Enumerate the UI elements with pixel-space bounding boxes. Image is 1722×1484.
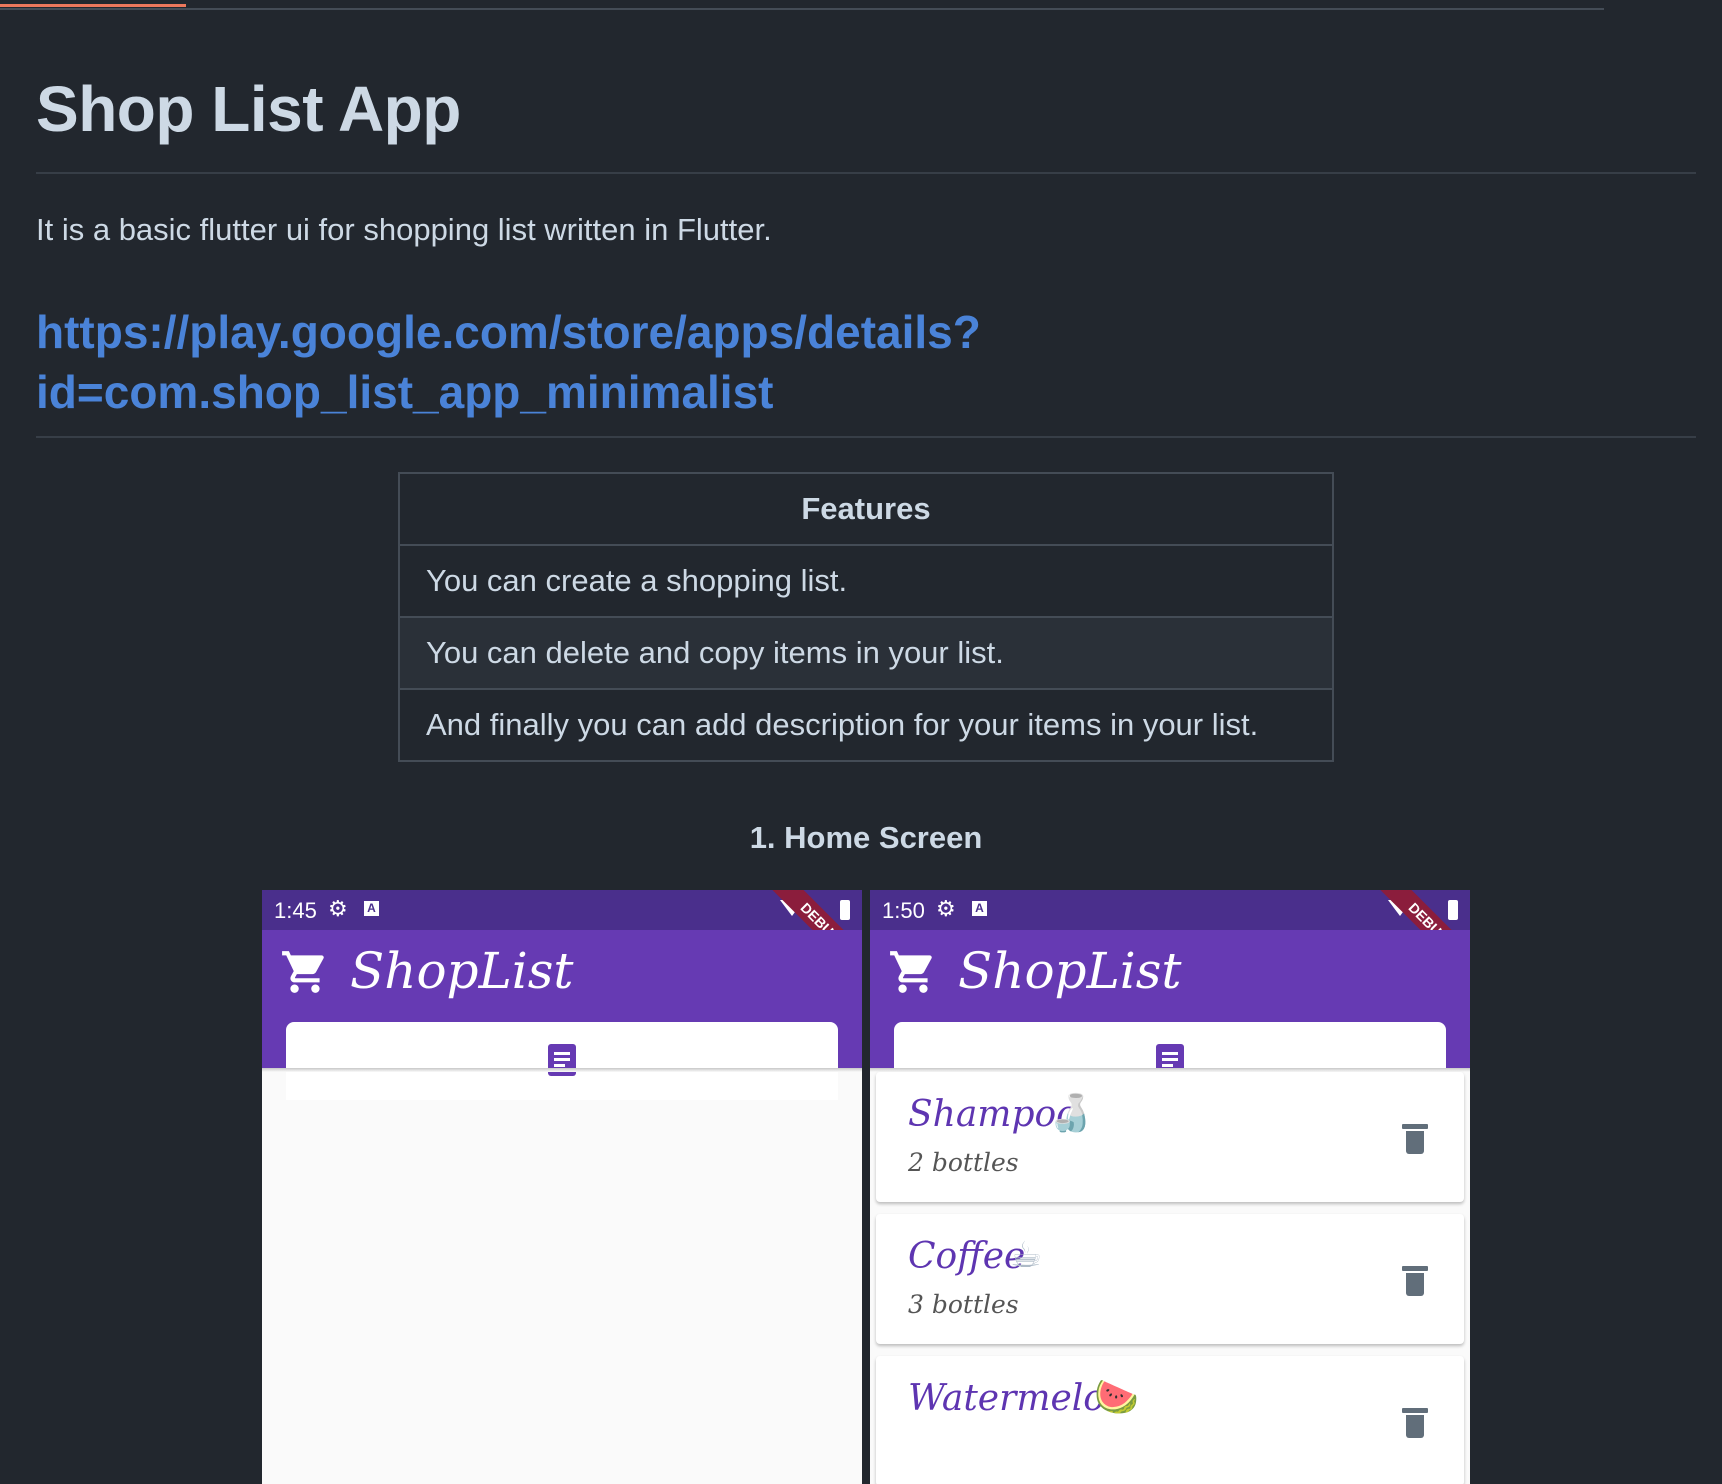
table-header-row: Features: [398, 472, 1334, 546]
bottle-icon: 🍶: [1048, 1092, 1093, 1133]
app-bar: ShopList: [262, 930, 862, 1100]
top-tab-underline: [0, 0, 1604, 10]
section-heading: 1. Home Screen: [749, 820, 983, 855]
a-icon: A: [364, 901, 379, 916]
watermelon-icon: 🍉: [1094, 1376, 1139, 1417]
phone-screenshot-empty: 1:45 ⚙ A DEBUG ShopList: [262, 890, 862, 1484]
item-quantity: 3 bottles: [908, 1290, 1019, 1319]
table-cell: And finally you can add description for …: [398, 688, 1334, 762]
link-line-2: id=com.shop_list_app_minimalist: [36, 366, 774, 418]
play-store-link[interactable]: https://play.google.com/store/apps/detai…: [36, 302, 1136, 422]
table-cell: You can create a shopping list.: [398, 544, 1334, 618]
table-cell: You can delete and copy items in your li…: [398, 616, 1334, 690]
table-row: You can create a shopping list.: [398, 544, 1334, 618]
trash-icon[interactable]: [1402, 1266, 1428, 1296]
list-item[interactable]: Shampoo 🍶 2 bottles: [876, 1072, 1464, 1202]
list-tab[interactable]: [286, 1022, 838, 1100]
link-line-1: https://play.google.com/store/apps/detai…: [36, 306, 981, 358]
cart-icon: [890, 951, 932, 993]
table-row: You can delete and copy items in your li…: [398, 616, 1334, 690]
app-title: ShopList: [350, 942, 574, 1000]
appbar-shadow: [262, 1068, 862, 1072]
a-icon: A: [972, 901, 987, 916]
link-divider: [36, 436, 1696, 438]
features-table: Features You can create a shopping list.…: [398, 472, 1334, 762]
cart-icon: [282, 951, 324, 993]
list-item[interactable]: Watermelon 🍉: [876, 1356, 1464, 1484]
table-row: And finally you can add description for …: [398, 688, 1334, 762]
coffee-icon: ☕: [1010, 1234, 1043, 1275]
title-divider: [36, 172, 1696, 174]
status-time: 1:45: [274, 898, 317, 923]
page-title: Shop List App: [36, 73, 461, 145]
description: It is a basic flutter ui for shopping li…: [36, 212, 772, 247]
trash-icon[interactable]: [1402, 1124, 1428, 1154]
gear-icon: ⚙: [936, 896, 956, 921]
battery-icon: [1448, 900, 1458, 920]
battery-icon: [840, 900, 850, 920]
app-bar: ShopList: [870, 930, 1470, 1100]
gear-icon: ⚙: [328, 896, 348, 921]
item-name: Coffee: [908, 1236, 1026, 1277]
trash-icon[interactable]: [1402, 1408, 1428, 1438]
status-bar: 1:50 ⚙ A DEBUG: [870, 890, 1470, 984]
active-tab-indicator: [0, 4, 186, 7]
app-title: ShopList: [958, 942, 1182, 1000]
item-quantity: 2 bottles: [908, 1148, 1019, 1177]
status-time: 1:50: [882, 898, 925, 923]
phone-screenshot-list: 1:50 ⚙ A DEBUG ShopList Shampoo 🍶 2 bott…: [870, 890, 1470, 1484]
status-bar: 1:45 ⚙ A DEBUG: [262, 890, 862, 984]
table-header: Features: [398, 472, 1334, 546]
list-item[interactable]: Coffee ☕ 3 bottles: [876, 1214, 1464, 1344]
